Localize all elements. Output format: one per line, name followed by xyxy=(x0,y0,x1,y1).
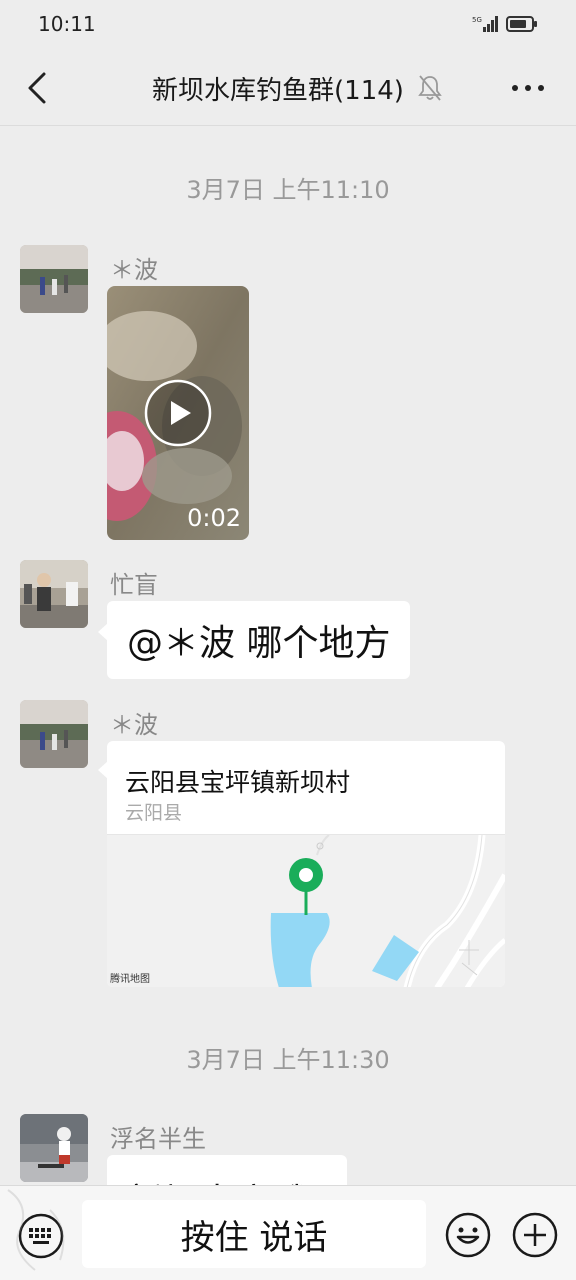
chat-title: 新坝水库钓鱼群(114) xyxy=(152,76,404,106)
text-message-bubble[interactable]: @＊波 哪个地方 xyxy=(97,601,411,679)
message-timestamp: 3月7日 上午11:10 xyxy=(186,176,390,204)
input-bar: 按住 说话 xyxy=(0,1185,576,1280)
location-message-card[interactable]: 云阳县宝坪镇新坝村 云阳县 腾讯地图 xyxy=(107,741,505,987)
avatar[interactable] xyxy=(20,700,88,768)
more-dots-icon[interactable] xyxy=(508,76,548,100)
keyboard-icon[interactable] xyxy=(18,1213,64,1259)
map-logo: 腾讯地图 xyxy=(110,974,150,985)
avatar[interactable] xyxy=(20,245,88,313)
location-map: 腾讯地图 xyxy=(107,834,505,987)
status-bar: 10:11 5G xyxy=(0,0,576,50)
avatar[interactable] xyxy=(20,1114,88,1182)
sender-name: 浮名半生 xyxy=(110,1125,206,1153)
sender-name: ＊波 xyxy=(110,256,158,284)
sender-name: ＊波 xyxy=(110,711,158,739)
battery-icon xyxy=(506,16,537,32)
chat-header: 新坝水库钓鱼群(114) xyxy=(0,50,576,126)
message-timestamp: 3月7日 上午11:30 xyxy=(186,1046,390,1074)
emoji-icon[interactable] xyxy=(445,1212,491,1258)
hold-to-talk-button[interactable]: 按住 说话 xyxy=(82,1200,426,1268)
svg-text:5G: 5G xyxy=(472,16,482,24)
5g-signal-icon: 5G xyxy=(472,16,498,32)
status-time: 10:11 xyxy=(38,12,96,36)
sender-name: 忙盲 xyxy=(110,571,158,599)
avatar[interactable] xyxy=(20,560,88,628)
plus-circle-icon[interactable] xyxy=(512,1212,558,1258)
location-name: 云阳县宝坪镇新坝村 xyxy=(125,768,351,797)
play-icon[interactable] xyxy=(144,379,212,447)
bell-off-icon xyxy=(418,75,442,101)
video-duration: 0:02 xyxy=(187,504,241,532)
video-message[interactable]: 0:02 xyxy=(107,286,249,540)
location-subtitle: 云阳县 xyxy=(125,802,183,824)
